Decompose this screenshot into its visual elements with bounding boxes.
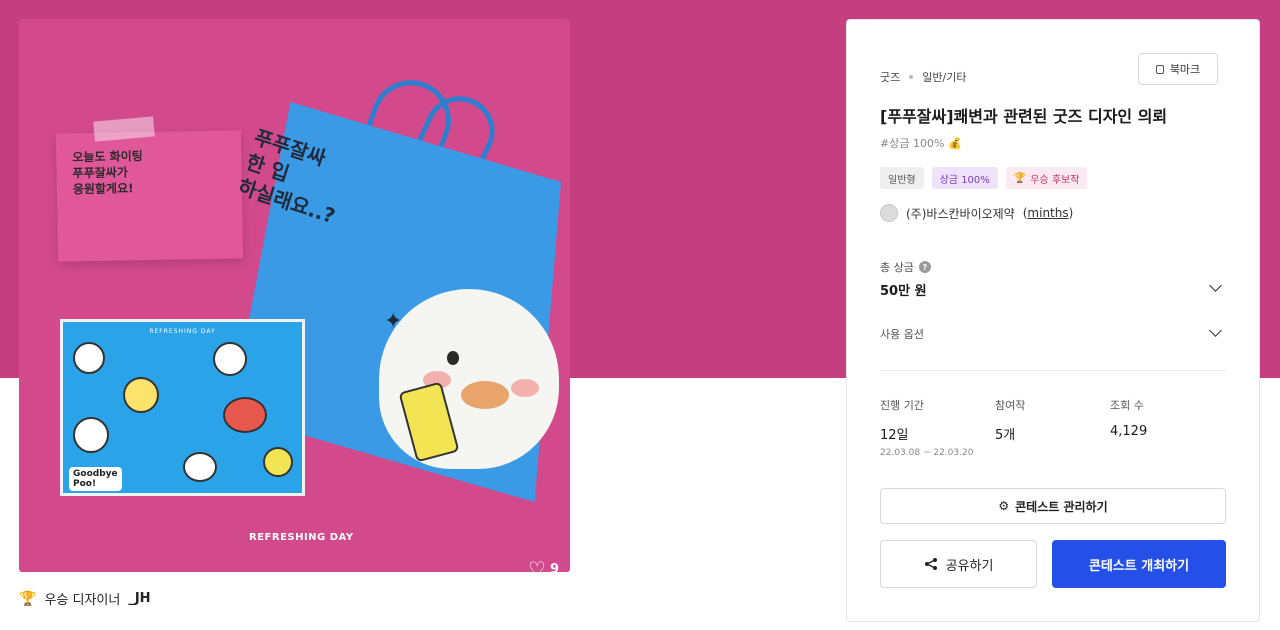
- divider: [880, 370, 1226, 371]
- sticker: [213, 342, 247, 376]
- sticker: [73, 417, 109, 453]
- views-value: 4,129: [1110, 424, 1148, 439]
- winner-designer[interactable]: 🏆 우승 디자이너 _JH: [19, 589, 151, 609]
- brand-text: REFRESHING DAY: [249, 532, 354, 543]
- company-name: (주)바스칸바이오제약: [906, 206, 1015, 221]
- banner-text: 오늘도 화이팅 푸푸잘싸가 응원할게요!: [72, 149, 143, 197]
- mascot-beak: [461, 381, 509, 409]
- chevron-down-icon[interactable]: [1209, 324, 1222, 337]
- artwork-banner: 오늘도 화이팅 푸푸잘싸가 응원할게요!: [55, 130, 244, 262]
- winner-name[interactable]: _JH: [128, 591, 150, 606]
- separator-dot: [909, 75, 914, 79]
- badge-row: 일반형 상금 100% 🏆 우승 후보작: [880, 167, 1088, 189]
- contest-info-panel: 굿즈 일반/기타 북마크 [푸푸잘싸]쾌변과 관련된 굿즈 디자인 의뢰 #상금…: [846, 19, 1260, 622]
- sparkle-icon: ✦: [384, 309, 403, 334]
- manage-contest-label: 콘테스트 관리하기: [1015, 499, 1108, 514]
- bookmark-label: 북마크: [1169, 63, 1201, 76]
- mascot-character: [379, 289, 559, 469]
- prize-hashtag[interactable]: #상금 100% 💰: [880, 135, 962, 151]
- money-bag-icon: 💰: [948, 136, 963, 150]
- contest-artwork[interactable]: 오늘도 화이팅 푸푸잘싸가 응원할게요! 푸푸잘싸 한 입 하실래요..? ✦ …: [19, 19, 570, 572]
- sheet-title: REFRESHING DAY: [149, 328, 216, 335]
- like-button[interactable]: ♡ 9: [528, 559, 559, 572]
- breadcrumb: 굿즈 일반/기타: [880, 69, 966, 85]
- company-id[interactable]: minths: [1027, 206, 1068, 220]
- share-icon: [924, 558, 937, 570]
- bookmark-icon: [1155, 64, 1164, 74]
- views-stat: 조회 수 4,129: [1110, 397, 1147, 439]
- heart-icon: ♡: [528, 557, 546, 572]
- share-button[interactable]: 공유하기: [880, 540, 1037, 588]
- trophy-icon: 🏆: [1013, 172, 1027, 184]
- sticker: [123, 377, 159, 413]
- sticker: [183, 452, 217, 482]
- views-label: 조회 수: [1110, 399, 1144, 412]
- company-avatar: [880, 204, 898, 222]
- entries-label: 참여작: [995, 399, 1026, 412]
- goodbye-sticker: Goodbye Poo!: [69, 467, 122, 491]
- period-range: 22.03.08 ~ 22.03.20: [880, 448, 974, 458]
- total-prize-value: 50만 원: [880, 284, 927, 299]
- mascot-eye: [447, 351, 459, 365]
- sticker: [223, 397, 267, 433]
- host-contest-button[interactable]: 콘테스트 개최하기: [1052, 540, 1226, 588]
- winner-label: 우승 디자이너: [44, 593, 121, 608]
- prize-badge: 상금 100%: [931, 167, 998, 189]
- info-icon[interactable]: ?: [918, 261, 931, 273]
- period-value: 12일: [880, 428, 909, 443]
- entries-stat: 참여작 5개: [995, 397, 1025, 443]
- company-info[interactable]: (주)바스칸바이오제약 (minths): [880, 204, 1073, 222]
- trophy-icon: 🏆: [19, 590, 37, 607]
- share-label: 공유하기: [945, 558, 994, 574]
- sticker: [73, 342, 105, 374]
- period-stat: 진행 기간 12일 22.03.08 ~ 22.03.20: [880, 397, 973, 458]
- gear-icon: ⚙: [998, 499, 1010, 513]
- entries-value: 5개: [995, 428, 1016, 443]
- prize-hashtag-text: #상금 100%: [880, 137, 945, 150]
- period-label: 진행 기간: [880, 399, 924, 412]
- subcategory-label[interactable]: 일반/기타: [922, 69, 966, 85]
- manage-contest-button[interactable]: ⚙ 콘테스트 관리하기: [880, 488, 1226, 524]
- bookmark-button[interactable]: 북마크: [1138, 53, 1218, 85]
- winner-candidate-label: 우승 후보작: [1030, 174, 1080, 186]
- company-id-wrapper: (minths): [1022, 206, 1074, 220]
- sticker-sheet: REFRESHING DAY Goodbye Poo!: [60, 319, 305, 496]
- mascot-cheek: [511, 379, 539, 397]
- category-label[interactable]: 굿즈: [880, 69, 900, 85]
- contest-title: [푸푸잘싸]쾌변과 관련된 굿즈 디자인 의뢰: [880, 107, 1168, 126]
- total-prize-label: 총 상금 ?: [880, 259, 931, 275]
- usage-option-label: 사용 옵션: [880, 328, 924, 341]
- sticker: [263, 447, 293, 477]
- total-prize-label-text: 총 상금: [880, 261, 914, 274]
- winner-candidate-badge: 🏆 우승 후보작: [1005, 167, 1088, 189]
- type-badge: 일반형: [880, 167, 924, 189]
- chevron-down-icon[interactable]: [1209, 279, 1222, 292]
- like-count: 9: [549, 561, 559, 573]
